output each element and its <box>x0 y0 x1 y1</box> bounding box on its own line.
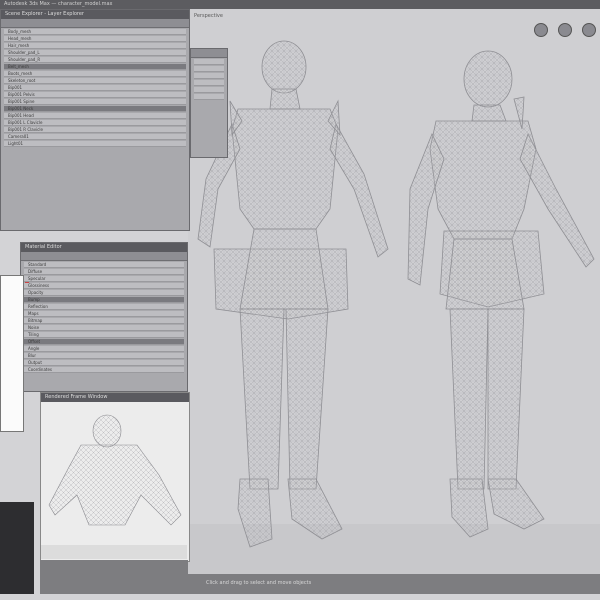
list-item-label: Shoulder_pad_R <box>8 57 41 62</box>
list-item[interactable]: Hair_mesh <box>4 43 186 49</box>
command-row[interactable] <box>194 80 224 86</box>
list-item[interactable]: Opacity <box>24 290 184 296</box>
list-item-label: Bip001 Head <box>8 113 34 118</box>
list-item[interactable]: Reflection <box>24 304 184 310</box>
list-item[interactable]: Diffuse <box>24 269 184 275</box>
list-item-label: Angle <box>28 346 40 351</box>
list-item[interactable]: Shoulder_pad_R <box>4 57 186 63</box>
list-item-label: Skeleton_root <box>8 78 36 83</box>
list-item-label: Coordinates <box>28 367 53 372</box>
command-row[interactable] <box>194 87 224 93</box>
material-editor-toolbar[interactable] <box>21 252 187 261</box>
list-item[interactable]: Bip001 L Clavicle <box>4 120 186 126</box>
list-item[interactable]: Skeleton_root <box>4 78 186 84</box>
list-item[interactable]: Bip001 Head <box>4 113 186 119</box>
character-models <box>197 40 595 548</box>
list-item-label: Standard <box>28 262 47 267</box>
list-item-label: Maps <box>28 311 39 316</box>
list-item-label: Bip001 Spine <box>8 99 35 104</box>
list-item[interactable]: Output <box>24 360 184 366</box>
list-item[interactable]: Head_mesh <box>4 36 186 42</box>
scene-explorer-window[interactable]: Scene Explorer - Layer Explorer Body_mes… <box>0 9 190 231</box>
character-model-side <box>407 50 595 538</box>
title-bar: Autodesk 3ds Max — character_model.max <box>0 0 600 9</box>
list-item[interactable]: Bip001 Neck <box>4 106 186 112</box>
list-item-label: Bump <box>28 297 40 302</box>
material-editor-window[interactable]: Material Editor Standard Diffuse Specular G… <box>20 242 188 392</box>
list-item-label: Head_mesh <box>8 36 32 41</box>
render-window-title[interactable]: Rendered Frame Window <box>41 393 189 402</box>
list-item[interactable]: Body_mesh <box>4 29 186 35</box>
list-item-label: Bip001 <box>8 85 23 90</box>
blank-panel <box>0 275 24 432</box>
list-item[interactable]: Light01 <box>4 141 186 147</box>
command-row[interactable] <box>194 94 224 100</box>
app-title: Autodesk 3ds Max — character_model.max <box>4 1 113 7</box>
list-item-label: Camera01 <box>8 134 29 139</box>
list-item-label: Bitmap <box>28 318 43 323</box>
bottom-toolbar[interactable] <box>40 560 188 594</box>
list-item[interactable]: Bump <box>24 297 184 303</box>
scene-explorer-list[interactable]: Body_mesh Head_mesh Hair_mesh Shoulder_pad_… <box>1 29 189 147</box>
list-item[interactable]: Offset <box>24 339 184 345</box>
list-item[interactable]: Belt_mesh <box>4 64 186 70</box>
list-item[interactable]: Bip001 R Clavicle <box>4 127 186 133</box>
list-item[interactable]: Maps <box>24 311 184 317</box>
list-item[interactable]: Standard <box>24 262 184 268</box>
list-item-label: Shoulder_pad_L <box>8 50 40 55</box>
list-item-label: Hair_mesh <box>8 43 30 48</box>
list-item-label: Blur <box>28 353 37 358</box>
list-item-label: Reflection <box>28 304 48 309</box>
scene-explorer-toolbar[interactable] <box>1 19 189 28</box>
status-text: Click and drag to select and move object… <box>206 580 312 586</box>
list-item[interactable]: Angle <box>24 346 184 352</box>
list-item[interactable]: Bitmap <box>24 318 184 324</box>
list-item-label: Bip001 L Clavicle <box>8 120 43 125</box>
list-item-label: Bip001 Pelvis <box>8 92 35 97</box>
list-item-label: Tiling <box>28 332 39 337</box>
material-editor-title[interactable]: Material Editor <box>21 243 187 252</box>
list-item-label: Light01 <box>8 141 24 146</box>
scene-explorer-title[interactable]: Scene Explorer - Layer Explorer <box>1 10 189 19</box>
list-item-label: Bip001 Neck <box>8 106 34 111</box>
render-preview-image <box>41 414 187 559</box>
list-item[interactable]: Bip001 Pelvis <box>4 92 186 98</box>
list-item-label: Opacity <box>28 290 44 295</box>
list-item-label: Noise <box>28 325 40 330</box>
list-item[interactable]: Glossiness <box>24 283 184 289</box>
list-item[interactable]: Blur <box>24 353 184 359</box>
material-editor-list[interactable]: Standard Diffuse Specular Glossiness Opacity… <box>21 262 187 373</box>
list-item-label: Body_mesh <box>8 29 32 34</box>
list-item[interactable]: Boots_mesh <box>4 71 186 77</box>
list-item[interactable]: Coordinates <box>24 367 184 373</box>
dark-panel <box>0 502 34 594</box>
command-row[interactable] <box>194 73 224 79</box>
list-item-label: Specular <box>28 276 46 281</box>
list-item-label: Glossiness <box>28 283 50 288</box>
list-item[interactable]: Specular <box>24 276 184 282</box>
command-panel[interactable] <box>190 48 228 158</box>
list-item[interactable]: Bip001 <box>4 85 186 91</box>
rendered-frame-window[interactable]: Rendered Frame Window <box>40 392 190 562</box>
list-item[interactable]: Shoulder_pad_L <box>4 50 186 56</box>
command-row[interactable] <box>194 59 224 65</box>
list-item-label: Diffuse <box>28 269 43 274</box>
list-item[interactable]: Tiling <box>24 332 184 338</box>
list-item[interactable]: Noise <box>24 325 184 331</box>
perspective-viewport[interactable]: Perspective Click and drag to select and… <box>188 9 600 594</box>
list-item-label: Offset <box>28 339 41 344</box>
status-bar: Click and drag to select and move object… <box>188 574 600 594</box>
list-item[interactable]: Camera01 <box>4 134 186 140</box>
command-row[interactable] <box>194 66 224 72</box>
list-item-label: Bip001 R Clavicle <box>8 127 43 132</box>
list-item[interactable]: Bip001 Spine <box>4 99 186 105</box>
list-item-label: Boots_mesh <box>8 71 33 76</box>
list-item-label: Belt_mesh <box>8 64 29 69</box>
command-panel-toolbar[interactable] <box>191 49 227 58</box>
list-item-label: Output <box>28 360 42 365</box>
